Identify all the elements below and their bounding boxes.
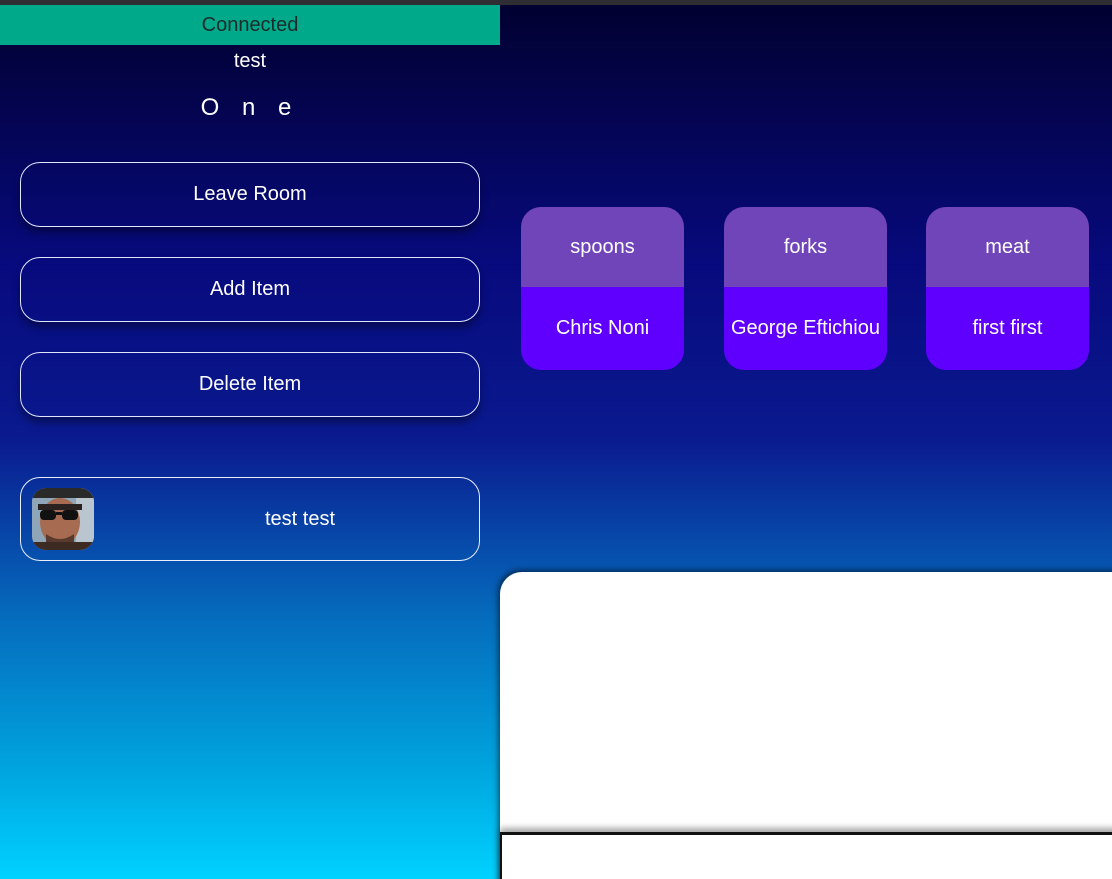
item-title: forks [724,207,887,287]
leave-room-label: Leave Room [193,183,307,205]
member-name: test test [264,507,336,530]
member-card[interactable]: test test [20,477,480,561]
item-assignee: first first [926,287,1089,370]
connection-status-text: Connected [201,13,299,36]
item-assignee: Chris Noni [521,287,684,370]
item-card-spoons[interactable]: spoons Chris Noni [521,207,684,370]
add-item-button[interactable]: Add Item [20,257,480,322]
connection-status-bar: Connected [0,5,500,45]
leave-room-button[interactable]: Leave Room [20,162,480,227]
item-card-forks[interactable]: forks George Eftichiou [724,207,887,370]
delete-item-button[interactable]: Delete Item [20,352,480,417]
chat-input[interactable] [500,832,1112,879]
item-card-meat[interactable]: meat first first [926,207,1089,370]
room-title: O n e [200,94,300,121]
item-title: spoons [521,207,684,287]
delete-item-label: Delete Item [198,373,302,395]
current-user-name: test [233,50,267,72]
item-assignee: George Eftichiou [724,287,887,370]
item-title: meat [926,207,1089,287]
add-item-label: Add Item [209,278,291,300]
avatar [32,488,94,550]
